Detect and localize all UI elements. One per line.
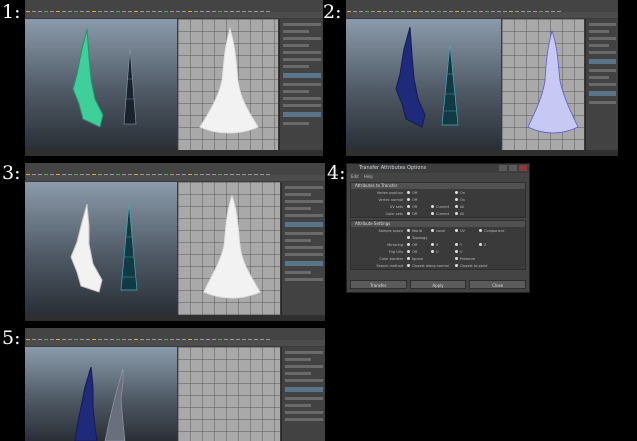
scene-objects [74, 366, 126, 441]
panel-number-4: 4: [327, 162, 346, 184]
transfer-button[interactable]: Transfer [350, 280, 407, 289]
attribute-settings-section: Attribute Settings Sample space World Loca… [350, 220, 526, 270]
screenshot-5 [25, 328, 325, 441]
attribute-editor-panel[interactable] [585, 19, 618, 150]
dialog-title: Transfer Attributes Options [359, 165, 427, 171]
grey-wire-horn-mesh [104, 368, 126, 441]
attributes-to-transfer-section: Attributes to Transfer Vertex position Of… [350, 182, 526, 218]
wire-cone-mesh [441, 44, 459, 126]
scene-objects [395, 26, 459, 128]
screenshot-2 [346, 0, 618, 156]
screenshot-3 [25, 163, 325, 321]
apply-button[interactable]: Apply [409, 280, 467, 289]
menu-edit[interactable]: Edit [351, 174, 359, 179]
scene-objects [70, 203, 138, 293]
transfer-attributes-dialog: Transfer Attributes Options Edit Help At… [346, 163, 530, 293]
white-horn-mesh [70, 203, 103, 293]
wire-cone-mesh [123, 48, 137, 125]
panel-number-3: 3: [2, 162, 21, 184]
dialog-button-row: Transfer Apply Close [350, 280, 527, 289]
panel-number-1: 1: [2, 1, 21, 23]
uv-shell [199, 27, 259, 134]
blue-horn-mesh [74, 366, 98, 441]
panel-number-2: 2: [323, 1, 342, 23]
maximize-button[interactable] [509, 165, 517, 171]
minimize-button[interactable] [499, 165, 507, 171]
blue-horn-mesh [395, 26, 426, 128]
green-horn-mesh [72, 28, 104, 128]
attribute-editor-panel[interactable] [281, 182, 325, 315]
attribute-editor-panel[interactable] [281, 347, 325, 441]
attribute-editor-panel[interactable] [279, 19, 323, 150]
dialog-title-bar[interactable]: Transfer Attributes Options [347, 164, 529, 173]
uv-editor-viewport[interactable] [178, 347, 280, 441]
scene-objects [72, 28, 137, 128]
screenshot-1 [25, 0, 323, 156]
uv-shell [203, 194, 261, 299]
close-button[interactable]: Close [469, 280, 527, 289]
dialog-menu-bar: Edit Help [347, 173, 529, 180]
close-window-button[interactable] [519, 165, 527, 171]
menu-help[interactable]: Help [364, 174, 373, 179]
uv-shell [527, 29, 579, 134]
panel-number-5: 5: [2, 327, 21, 349]
